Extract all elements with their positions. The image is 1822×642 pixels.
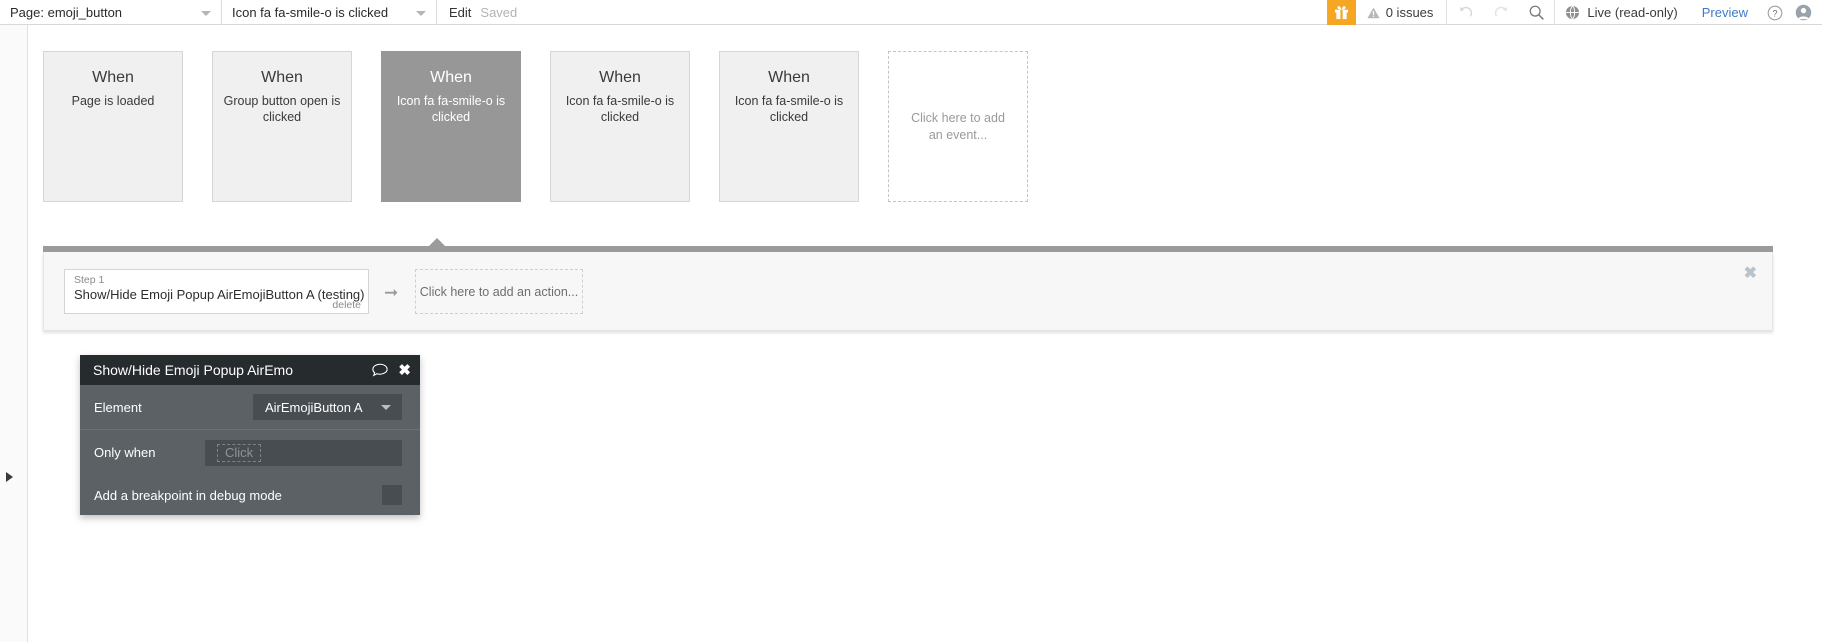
- globe-icon: [1566, 5, 1580, 20]
- event-selector-label: Icon fa fa-smile-o is clicked: [232, 5, 389, 20]
- event-card-description: Group button open is clicked: [223, 94, 341, 124]
- property-label: Only when: [94, 445, 156, 460]
- property-row-element: Element AirEmojiButton A: [80, 385, 420, 430]
- breakpoint-label: Add a breakpoint in debug mode: [94, 487, 282, 503]
- left-rail: [0, 25, 28, 642]
- live-mode-button[interactable]: Live (read-only): [1555, 0, 1689, 25]
- edit-button[interactable]: Edit: [437, 0, 480, 25]
- event-card-description: Icon fa fa-smile-o is clicked: [396, 94, 506, 124]
- event-card-description: Icon fa fa-smile-o is clicked: [734, 94, 844, 124]
- workflow-canvas: When Page is loaded When Group button op…: [0, 25, 1822, 642]
- element-dropdown-value: AirEmojiButton A: [265, 399, 363, 415]
- speech-bubble-icon[interactable]: [372, 363, 389, 377]
- event-card-when: When: [92, 69, 134, 86]
- live-mode-label: Live (read-only): [1587, 5, 1678, 20]
- user-avatar-icon: [1795, 4, 1811, 21]
- action-step[interactable]: Step 1 Show/Hide Emoji Popup AirEmojiBut…: [64, 269, 369, 314]
- event-card[interactable]: When Page is loaded: [43, 51, 183, 202]
- issues-indicator[interactable]: 0 issues: [1356, 0, 1448, 25]
- toolbar-right-group: 0 issues Live (read-only) Preview ?: [1326, 0, 1822, 25]
- arrow-right-icon: ➞: [384, 283, 399, 302]
- only-when-input[interactable]: Click: [205, 439, 402, 466]
- actions-panel-pointer: [428, 238, 446, 247]
- property-editor-title: Show/Hide Emoji Popup AirEmo: [93, 362, 293, 378]
- event-card-when: When: [768, 69, 810, 86]
- add-action-button[interactable]: Click here to add an action...: [415, 269, 583, 314]
- undo-button[interactable]: [1447, 0, 1483, 25]
- action-step-title: Show/Hide Emoji Popup AirEmojiButton A (…: [74, 287, 365, 302]
- breakpoint-checkbox[interactable]: [382, 485, 402, 505]
- warning-triangle-icon: [1367, 7, 1380, 18]
- event-card[interactable]: When Icon fa fa-smile-o is clicked: [550, 51, 690, 202]
- add-action-label: Click here to add an action...: [419, 284, 579, 299]
- element-dropdown[interactable]: AirEmojiButton A: [253, 394, 402, 420]
- actions-panel-body: Step 1 Show/Hide Emoji Popup AirEmojiBut…: [43, 252, 1773, 331]
- event-card-when: When: [430, 69, 472, 86]
- action-step-number: Step 1: [74, 274, 105, 286]
- redo-icon: [1494, 6, 1507, 17]
- event-card[interactable]: When Group button open is clicked: [212, 51, 352, 202]
- save-status: Saved: [480, 5, 518, 20]
- event-selector[interactable]: Icon fa fa-smile-o is clicked: [222, 0, 437, 25]
- chevron-down-icon: [381, 405, 391, 410]
- chevron-down-icon: [201, 10, 211, 16]
- triangle-right-icon[interactable]: [6, 472, 13, 482]
- add-event-card[interactable]: Click here to add an event...: [888, 51, 1028, 202]
- avatar[interactable]: [1790, 0, 1822, 25]
- event-card-description: Icon fa fa-smile-o is clicked: [565, 94, 675, 124]
- issues-label: 0 issues: [1385, 5, 1434, 20]
- add-event-label: Click here to add an event...: [911, 110, 1005, 142]
- preview-button[interactable]: Preview: [1690, 0, 1760, 25]
- gift-icon[interactable]: [1326, 0, 1356, 25]
- actions-panel: Step 1 Show/Hide Emoji Popup AirEmojiBut…: [43, 238, 1773, 331]
- event-card[interactable]: When Icon fa fa-smile-o is clicked: [719, 51, 859, 202]
- svg-text:?: ?: [1772, 8, 1777, 18]
- close-icon[interactable]: ✖: [1744, 266, 1757, 282]
- event-card-selected[interactable]: When Icon fa fa-smile-o is clicked: [381, 51, 521, 202]
- chevron-down-icon: [416, 10, 426, 16]
- event-card-description: Page is loaded: [71, 94, 155, 108]
- action-step-delete-button[interactable]: delete: [332, 299, 361, 311]
- top-toolbar: Page: emoji_button Icon fa fa-smile-o is…: [0, 0, 1822, 25]
- undo-icon: [1459, 6, 1472, 17]
- search-icon: [1530, 5, 1545, 20]
- property-editor: Show/Hide Emoji Popup AirEmo ✖ Element A…: [80, 355, 420, 515]
- close-icon[interactable]: ✖: [398, 363, 411, 378]
- redo-button[interactable]: [1483, 0, 1519, 25]
- property-row-only-when: Only when Click: [80, 430, 420, 475]
- event-card-when: When: [261, 69, 303, 86]
- only-when-placeholder: Click: [217, 443, 262, 462]
- property-label: Element: [94, 399, 142, 415]
- event-card-row: When Page is loaded When Group button op…: [43, 51, 1057, 202]
- property-editor-header: Show/Hide Emoji Popup AirEmo ✖: [80, 355, 420, 385]
- help-question-icon: ?: [1767, 5, 1783, 20]
- help-button[interactable]: ?: [1760, 0, 1790, 25]
- page-selector-label: Page: emoji_button: [10, 5, 123, 20]
- event-card-when: When: [599, 69, 641, 86]
- page-selector[interactable]: Page: emoji_button: [0, 0, 222, 25]
- search-button[interactable]: [1519, 0, 1556, 25]
- property-row-breakpoint: Add a breakpoint in debug mode: [80, 475, 420, 515]
